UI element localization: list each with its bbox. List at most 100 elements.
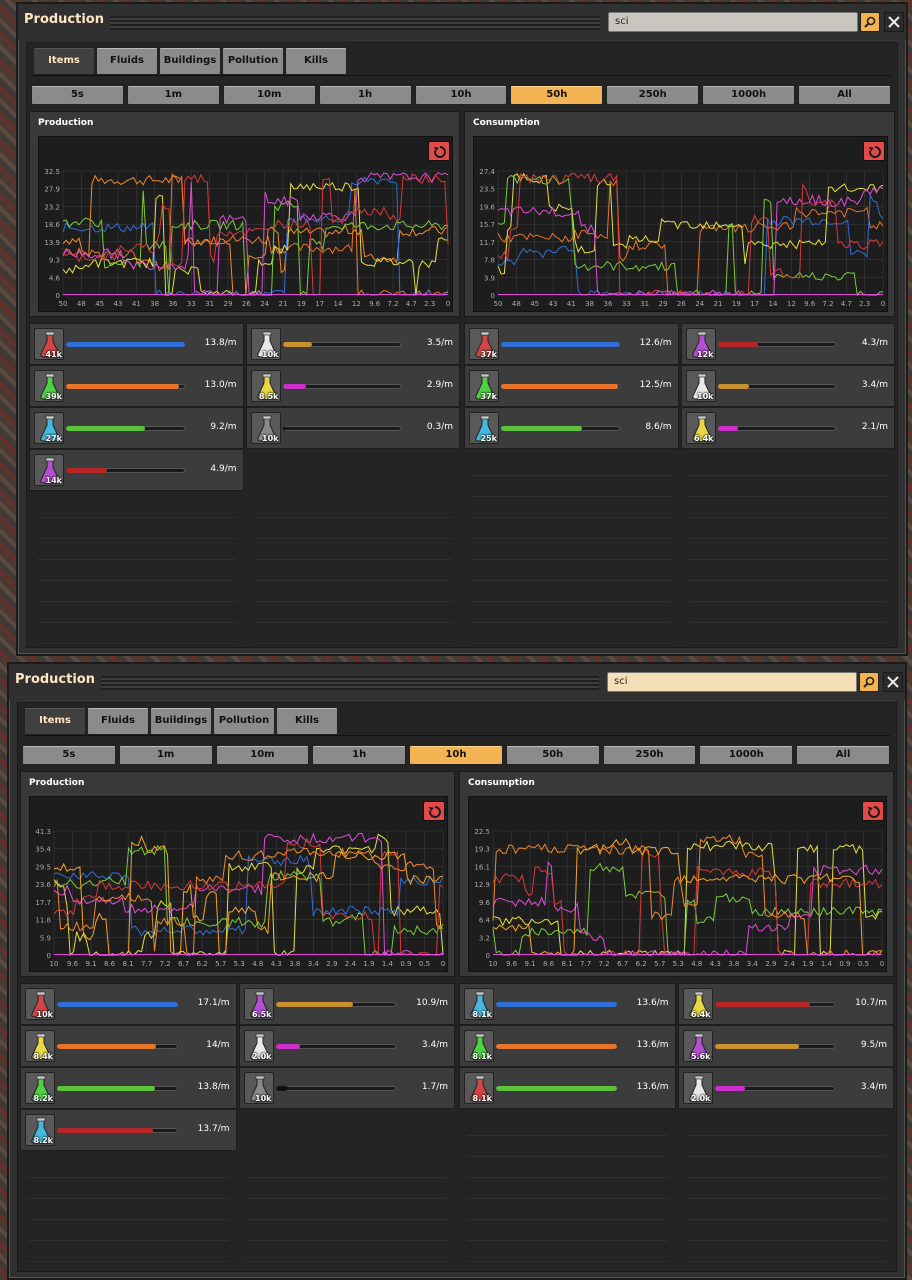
x-tick-label: 24 <box>260 300 269 308</box>
empty-row <box>246 1241 447 1262</box>
close-button[interactable] <box>884 12 904 32</box>
timescale-5s-button[interactable]: 5s <box>22 745 116 765</box>
tab-fluids[interactable]: Fluids <box>87 707 149 735</box>
item-row[interactable]: 8.2k 13.8/m <box>20 1067 237 1109</box>
tab-pollution[interactable]: Pollution <box>213 707 275 735</box>
timescale-10m-button[interactable]: 10m <box>215 745 310 765</box>
production-reset-button[interactable] <box>423 801 445 821</box>
timescale-1000h-button[interactable]: 1000h <box>699 745 794 765</box>
x-tick-label: 2.9 <box>765 960 776 968</box>
x-tick-label: 17 <box>315 300 324 308</box>
science-pack-icon: 8.4k <box>25 1030 55 1062</box>
timescale-50h-button[interactable]: 50h <box>510 85 604 105</box>
production-panel: Production 41.3 35.4 29.5 23.6 17.7 11.8 5.9 0 10… <box>20 771 455 977</box>
empty-row <box>37 581 236 602</box>
item-row[interactable]: 6.4k 10.7/m <box>677 983 894 1025</box>
drag-handle[interactable] <box>110 16 600 30</box>
item-row[interactable]: 5.6k 9.5/m <box>677 1025 894 1067</box>
title-bar[interactable]: Production sci <box>18 4 906 40</box>
tab-kills[interactable]: Kills <box>276 707 338 735</box>
timescale-50h-button[interactable]: 50h <box>505 745 600 765</box>
empty-row <box>472 623 671 644</box>
production-reset-button[interactable] <box>428 141 450 161</box>
search-input[interactable]: sci <box>607 672 857 692</box>
item-row[interactable]: 6.5k 10.9/m <box>238 983 455 1025</box>
y-tick-label: 41.3 <box>35 828 51 836</box>
item-row[interactable]: 41k 13.8/m <box>29 323 244 365</box>
x-tick-label: 0.5 <box>419 960 430 968</box>
search-button[interactable] <box>860 12 880 32</box>
item-row[interactable]: 14k 4.9/m <box>29 449 244 491</box>
x-tick-label: 4.3 <box>271 960 282 968</box>
tab-kills[interactable]: Kills <box>285 47 347 75</box>
timescale-1000h-button[interactable]: 1000h <box>702 85 796 105</box>
item-row[interactable]: 39k 13.0/m <box>29 365 244 407</box>
empty-row <box>688 539 887 560</box>
item-row[interactable]: 12k 4.3/m <box>680 323 895 365</box>
timescale-1h-button[interactable]: 1h <box>318 85 412 105</box>
item-row[interactable]: 27k 9.2/m <box>29 407 244 449</box>
item-row[interactable]: 10k 1.7/m <box>238 1067 455 1109</box>
item-row[interactable]: 6.4k 2.1/m <box>680 407 895 449</box>
production-item-list: 10k 17.1/m 8.4k 14/m 8.2k 13.8/m 8.2k 13.7/m 6.5… <box>20 983 455 1271</box>
item-row[interactable]: 10k 17.1/m <box>20 983 237 1025</box>
search-button[interactable] <box>859 672 879 692</box>
rate-bar-fill <box>57 1086 155 1091</box>
item-row[interactable]: 2.0k 3.4/m <box>677 1067 894 1109</box>
item-row[interactable]: 25k 8.6/m <box>464 407 679 449</box>
item-count: 27k <box>45 434 62 443</box>
timescale-all-button[interactable]: All <box>796 745 890 765</box>
reset-icon <box>433 146 446 158</box>
item-row[interactable]: 8.4k 14/m <box>20 1025 237 1067</box>
x-tick-label: 9.1 <box>524 960 535 968</box>
x-tick-label: 8.1 <box>562 960 573 968</box>
item-row[interactable]: 10k 3.5/m <box>245 323 460 365</box>
item-row[interactable]: 2.0k 3.4/m <box>238 1025 455 1067</box>
item-rate: 1.7/m <box>421 1082 448 1092</box>
tab-pollution[interactable]: Pollution <box>222 47 284 75</box>
x-tick-label: 38 <box>150 300 159 308</box>
rate-bar-fill <box>496 1044 617 1049</box>
timescale-1h-button[interactable]: 1h <box>312 745 407 765</box>
empty-row <box>688 602 887 623</box>
item-rate: 3.4/m <box>421 1040 448 1050</box>
x-tick-label: 4.8 <box>691 960 702 968</box>
item-row[interactable]: 10k 3.4/m <box>680 365 895 407</box>
item-row[interactable]: 8.2k 13.7/m <box>20 1109 237 1151</box>
timescale-10h-button[interactable]: 10h <box>409 745 503 765</box>
y-tick-label: 0 <box>486 952 490 960</box>
consumption-reset-button[interactable] <box>862 801 884 821</box>
science-pack-icon: 10k <box>250 328 281 360</box>
timescale-1m-button[interactable]: 1m <box>118 745 213 765</box>
item-row[interactable]: 8.1k 13.6/m <box>459 1025 676 1067</box>
timescale-250h-button[interactable]: 250h <box>602 745 697 765</box>
timescale-250h-button[interactable]: 250h <box>606 85 700 105</box>
item-row[interactable]: 10k 0.3/m <box>245 407 460 449</box>
production-item-list: 41k 13.8/m 39k 13.0/m 27k 9.2/m 14k 4.9/m 10k 3.5… <box>29 323 460 647</box>
empty-row <box>253 518 452 539</box>
science-pack-icon: 37k <box>469 370 499 402</box>
search-input[interactable]: sci <box>608 12 858 32</box>
tab-buildings[interactable]: Buildings <box>150 707 212 735</box>
item-rate: 3.4/m <box>860 1082 887 1092</box>
item-rate: 3.4/m <box>861 380 888 390</box>
x-tick-label: 10 <box>489 960 498 968</box>
timescale-10h-button[interactable]: 10h <box>414 85 508 105</box>
tab-items[interactable]: Items <box>24 707 86 735</box>
tab-fluids[interactable]: Fluids <box>96 47 158 75</box>
item-row[interactable]: 8.5k 2.9/m <box>245 365 460 407</box>
drag-handle[interactable] <box>101 676 599 690</box>
close-button[interactable] <box>883 672 903 692</box>
item-row[interactable]: 37k 12.5/m <box>464 365 679 407</box>
item-row[interactable]: 8.1k 13.6/m <box>459 1067 676 1109</box>
tab-items[interactable]: Items <box>33 47 95 75</box>
timescale-10m-button[interactable]: 10m <box>222 85 316 105</box>
timescale-1m-button[interactable]: 1m <box>126 85 220 105</box>
title-bar[interactable]: Production sci <box>9 664 905 700</box>
timescale-5s-button[interactable]: 5s <box>31 85 124 105</box>
tab-buildings[interactable]: Buildings <box>159 47 221 75</box>
item-row[interactable]: 8.1k 13.6/m <box>459 983 676 1025</box>
item-row[interactable]: 37k 12.6/m <box>464 323 679 365</box>
consumption-reset-button[interactable] <box>863 141 885 161</box>
timescale-all-button[interactable]: All <box>798 85 891 105</box>
